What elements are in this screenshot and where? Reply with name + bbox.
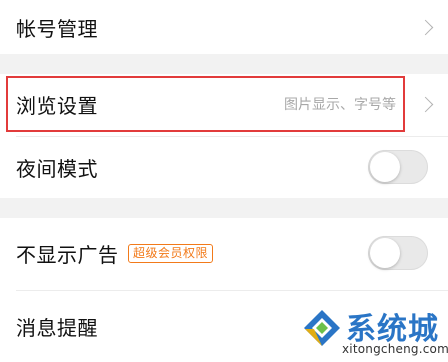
settings-page: 帐号管理 浏览设置 图片显示、字号等 夜间模式 不显示广告 超级会员权限 消息提… [0,0,448,362]
no-ads-toggle[interactable] [368,236,428,270]
account-management-label: 帐号管理 [16,16,98,41]
watermark: 系统城 xitongcheng.com [302,302,448,360]
no-ads-label: 不显示广告 [16,242,119,267]
chevron-right-icon [417,96,434,112]
site-logo-icon [304,310,340,346]
highlight-box [6,76,405,132]
night-mode-toggle[interactable] [368,150,428,184]
night-mode-row: 夜间模式 [0,136,448,198]
settings-group-account: 帐号管理 [0,0,448,54]
toggle-knob [370,152,400,182]
toggle-knob [370,238,400,268]
chevron-right-icon [417,19,434,35]
watermark-url: xitongcheng.com [342,342,448,356]
night-mode-label: 夜间模式 [16,156,98,181]
notifications-label: 消息提醒 [16,315,98,340]
no-ads-row: 不显示广告 超级会员权限 [0,218,448,288]
account-management-row[interactable]: 帐号管理 [0,0,448,54]
super-member-badge: 超级会员权限 [128,243,214,263]
